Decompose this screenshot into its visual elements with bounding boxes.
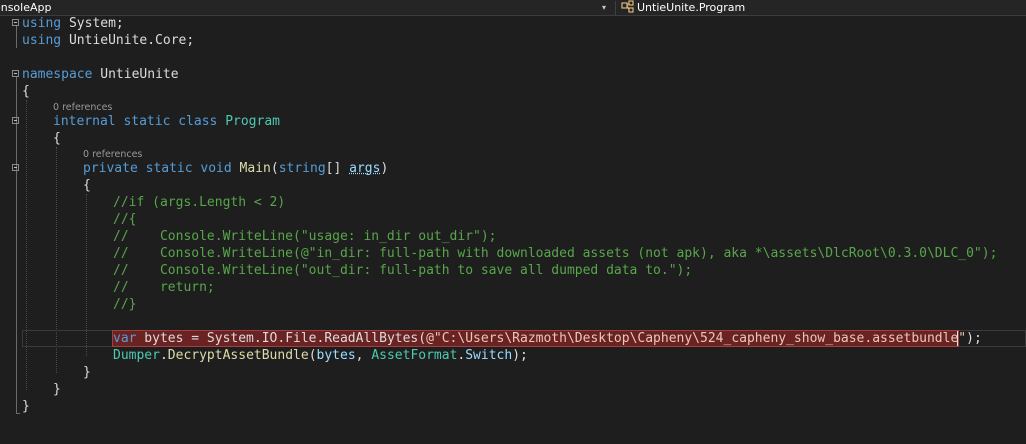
comment-line: // return; [113,280,215,295]
code-line: { [83,178,91,193]
code-line: } [22,399,30,414]
code-line: internal static class Program [53,114,280,129]
collapse-icon[interactable] [12,19,19,26]
outline-line-namespace [16,76,17,414]
comment-line: //{ [113,212,137,227]
collapse-icon[interactable] [12,70,19,77]
comment-line: // Console.WriteLine("out_dir: full-path… [113,263,693,278]
code-line: using System; [22,16,124,31]
comment-line: // Console.WriteLine("usage: in_dir out_… [113,229,497,244]
code-line: { [22,84,30,99]
navigation-bar: onsoleApp ▾ UntieUnite.Program [0,0,1026,16]
class-icon [621,0,634,13]
collapse-icon[interactable] [12,117,19,124]
navbar-divider [615,1,616,15]
collapse-icon[interactable] [12,164,19,171]
code-line: using UntieUnite.Core; [22,33,195,48]
code-line: { [53,131,61,146]
code-line: namespace UntieUnite [22,67,179,82]
code-editor[interactable]: using System; using UntieUnite.Core; nam… [0,16,1026,444]
code-line: private static void Main(string[] args) [83,161,389,176]
outline-line-namespace-end [16,413,20,414]
code-line: } [83,365,91,380]
code-line: Dumper.DecryptAssetBundle(bytes, AssetFo… [113,348,528,363]
member-dropdown[interactable]: UntieUnite.Program [637,0,745,15]
comment-line: //if (args.Length < 2) [113,195,286,210]
comment-line: //} [113,297,137,312]
comment-line: // Console.WriteLine(@"in_dir: full-path… [113,246,998,261]
chevron-down-icon[interactable]: ▾ [602,1,606,14]
project-dropdown[interactable]: onsoleApp [0,0,51,15]
code-line-highlighted: var bytes = System.IO.File.ReadAllBytes(… [113,331,982,346]
code-line: } [53,382,61,397]
outline-line-usings [16,25,17,48]
